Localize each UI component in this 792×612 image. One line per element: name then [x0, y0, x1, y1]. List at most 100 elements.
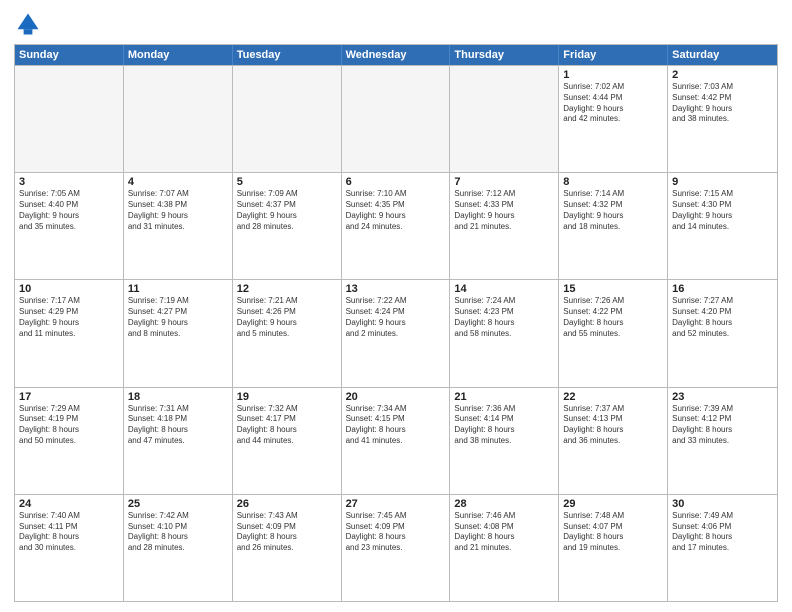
cal-cell-24: 24Sunrise: 7:40 AM Sunset: 4:11 PM Dayli…: [15, 495, 124, 601]
cal-cell-5: 5Sunrise: 7:09 AM Sunset: 4:37 PM Daylig…: [233, 173, 342, 279]
cal-cell-7: 7Sunrise: 7:12 AM Sunset: 4:33 PM Daylig…: [450, 173, 559, 279]
day-number: 16: [672, 283, 773, 295]
cal-cell-22: 22Sunrise: 7:37 AM Sunset: 4:13 PM Dayli…: [559, 388, 668, 494]
cell-info: Sunrise: 7:46 AM Sunset: 4:08 PM Dayligh…: [454, 511, 554, 554]
cal-cell-2: 2Sunrise: 7:03 AM Sunset: 4:42 PM Daylig…: [668, 66, 777, 172]
cell-info: Sunrise: 7:31 AM Sunset: 4:18 PM Dayligh…: [128, 404, 228, 447]
cal-cell-28: 28Sunrise: 7:46 AM Sunset: 4:08 PM Dayli…: [450, 495, 559, 601]
header-day-monday: Monday: [124, 45, 233, 65]
cell-info: Sunrise: 7:05 AM Sunset: 4:40 PM Dayligh…: [19, 189, 119, 232]
day-number: 8: [563, 176, 663, 188]
cal-row-4: 24Sunrise: 7:40 AM Sunset: 4:11 PM Dayli…: [15, 494, 777, 601]
cell-info: Sunrise: 7:43 AM Sunset: 4:09 PM Dayligh…: [237, 511, 337, 554]
cell-info: Sunrise: 7:17 AM Sunset: 4:29 PM Dayligh…: [19, 296, 119, 339]
cal-cell-9: 9Sunrise: 7:15 AM Sunset: 4:30 PM Daylig…: [668, 173, 777, 279]
cal-cell-10: 10Sunrise: 7:17 AM Sunset: 4:29 PM Dayli…: [15, 280, 124, 386]
cal-row-0: 1Sunrise: 7:02 AM Sunset: 4:44 PM Daylig…: [15, 65, 777, 172]
cell-info: Sunrise: 7:21 AM Sunset: 4:26 PM Dayligh…: [237, 296, 337, 339]
cal-cell-4: 4Sunrise: 7:07 AM Sunset: 4:38 PM Daylig…: [124, 173, 233, 279]
cell-info: Sunrise: 7:32 AM Sunset: 4:17 PM Dayligh…: [237, 404, 337, 447]
cal-cell-empty: [450, 66, 559, 172]
cell-info: Sunrise: 7:40 AM Sunset: 4:11 PM Dayligh…: [19, 511, 119, 554]
cal-cell-16: 16Sunrise: 7:27 AM Sunset: 4:20 PM Dayli…: [668, 280, 777, 386]
cal-cell-empty: [342, 66, 451, 172]
cell-info: Sunrise: 7:07 AM Sunset: 4:38 PM Dayligh…: [128, 189, 228, 232]
day-number: 21: [454, 391, 554, 403]
header-day-tuesday: Tuesday: [233, 45, 342, 65]
cal-cell-empty: [124, 66, 233, 172]
cal-cell-30: 30Sunrise: 7:49 AM Sunset: 4:06 PM Dayli…: [668, 495, 777, 601]
cal-cell-29: 29Sunrise: 7:48 AM Sunset: 4:07 PM Dayli…: [559, 495, 668, 601]
cell-info: Sunrise: 7:39 AM Sunset: 4:12 PM Dayligh…: [672, 404, 773, 447]
header-day-wednesday: Wednesday: [342, 45, 451, 65]
day-number: 26: [237, 498, 337, 510]
cell-info: Sunrise: 7:26 AM Sunset: 4:22 PM Dayligh…: [563, 296, 663, 339]
cal-cell-23: 23Sunrise: 7:39 AM Sunset: 4:12 PM Dayli…: [668, 388, 777, 494]
day-number: 6: [346, 176, 446, 188]
day-number: 17: [19, 391, 119, 403]
day-number: 27: [346, 498, 446, 510]
cal-cell-15: 15Sunrise: 7:26 AM Sunset: 4:22 PM Dayli…: [559, 280, 668, 386]
cell-info: Sunrise: 7:48 AM Sunset: 4:07 PM Dayligh…: [563, 511, 663, 554]
cal-cell-11: 11Sunrise: 7:19 AM Sunset: 4:27 PM Dayli…: [124, 280, 233, 386]
logo: [14, 10, 44, 38]
day-number: 7: [454, 176, 554, 188]
cell-info: Sunrise: 7:09 AM Sunset: 4:37 PM Dayligh…: [237, 189, 337, 232]
day-number: 11: [128, 283, 228, 295]
cell-info: Sunrise: 7:34 AM Sunset: 4:15 PM Dayligh…: [346, 404, 446, 447]
cal-row-1: 3Sunrise: 7:05 AM Sunset: 4:40 PM Daylig…: [15, 172, 777, 279]
cal-row-3: 17Sunrise: 7:29 AM Sunset: 4:19 PM Dayli…: [15, 387, 777, 494]
day-number: 19: [237, 391, 337, 403]
cell-info: Sunrise: 7:37 AM Sunset: 4:13 PM Dayligh…: [563, 404, 663, 447]
cell-info: Sunrise: 7:14 AM Sunset: 4:32 PM Dayligh…: [563, 189, 663, 232]
day-number: 13: [346, 283, 446, 295]
cal-cell-3: 3Sunrise: 7:05 AM Sunset: 4:40 PM Daylig…: [15, 173, 124, 279]
cal-cell-empty: [15, 66, 124, 172]
day-number: 4: [128, 176, 228, 188]
cal-cell-empty: [233, 66, 342, 172]
cal-cell-25: 25Sunrise: 7:42 AM Sunset: 4:10 PM Dayli…: [124, 495, 233, 601]
calendar-header: SundayMondayTuesdayWednesdayThursdayFrid…: [15, 45, 777, 65]
day-number: 20: [346, 391, 446, 403]
day-number: 24: [19, 498, 119, 510]
day-number: 14: [454, 283, 554, 295]
logo-icon: [14, 10, 42, 38]
cell-info: Sunrise: 7:42 AM Sunset: 4:10 PM Dayligh…: [128, 511, 228, 554]
day-number: 12: [237, 283, 337, 295]
cell-info: Sunrise: 7:45 AM Sunset: 4:09 PM Dayligh…: [346, 511, 446, 554]
page: SundayMondayTuesdayWednesdayThursdayFrid…: [0, 0, 792, 612]
cal-cell-13: 13Sunrise: 7:22 AM Sunset: 4:24 PM Dayli…: [342, 280, 451, 386]
cell-info: Sunrise: 7:22 AM Sunset: 4:24 PM Dayligh…: [346, 296, 446, 339]
day-number: 28: [454, 498, 554, 510]
day-number: 2: [672, 69, 773, 81]
day-number: 22: [563, 391, 663, 403]
cal-cell-1: 1Sunrise: 7:02 AM Sunset: 4:44 PM Daylig…: [559, 66, 668, 172]
header-day-sunday: Sunday: [15, 45, 124, 65]
day-number: 10: [19, 283, 119, 295]
day-number: 5: [237, 176, 337, 188]
cal-row-2: 10Sunrise: 7:17 AM Sunset: 4:29 PM Dayli…: [15, 279, 777, 386]
header-day-friday: Friday: [559, 45, 668, 65]
cell-info: Sunrise: 7:27 AM Sunset: 4:20 PM Dayligh…: [672, 296, 773, 339]
day-number: 25: [128, 498, 228, 510]
cell-info: Sunrise: 7:19 AM Sunset: 4:27 PM Dayligh…: [128, 296, 228, 339]
header-day-thursday: Thursday: [450, 45, 559, 65]
day-number: 30: [672, 498, 773, 510]
cal-cell-20: 20Sunrise: 7:34 AM Sunset: 4:15 PM Dayli…: [342, 388, 451, 494]
cal-cell-27: 27Sunrise: 7:45 AM Sunset: 4:09 PM Dayli…: [342, 495, 451, 601]
cell-info: Sunrise: 7:24 AM Sunset: 4:23 PM Dayligh…: [454, 296, 554, 339]
cal-cell-6: 6Sunrise: 7:10 AM Sunset: 4:35 PM Daylig…: [342, 173, 451, 279]
cal-cell-18: 18Sunrise: 7:31 AM Sunset: 4:18 PM Dayli…: [124, 388, 233, 494]
cell-info: Sunrise: 7:29 AM Sunset: 4:19 PM Dayligh…: [19, 404, 119, 447]
header-day-saturday: Saturday: [668, 45, 777, 65]
cal-cell-17: 17Sunrise: 7:29 AM Sunset: 4:19 PM Dayli…: [15, 388, 124, 494]
day-number: 3: [19, 176, 119, 188]
cell-info: Sunrise: 7:12 AM Sunset: 4:33 PM Dayligh…: [454, 189, 554, 232]
day-number: 15: [563, 283, 663, 295]
cal-cell-14: 14Sunrise: 7:24 AM Sunset: 4:23 PM Dayli…: [450, 280, 559, 386]
cell-info: Sunrise: 7:36 AM Sunset: 4:14 PM Dayligh…: [454, 404, 554, 447]
cal-cell-26: 26Sunrise: 7:43 AM Sunset: 4:09 PM Dayli…: [233, 495, 342, 601]
cell-info: Sunrise: 7:15 AM Sunset: 4:30 PM Dayligh…: [672, 189, 773, 232]
cell-info: Sunrise: 7:03 AM Sunset: 4:42 PM Dayligh…: [672, 82, 773, 125]
calendar: SundayMondayTuesdayWednesdayThursdayFrid…: [14, 44, 778, 602]
